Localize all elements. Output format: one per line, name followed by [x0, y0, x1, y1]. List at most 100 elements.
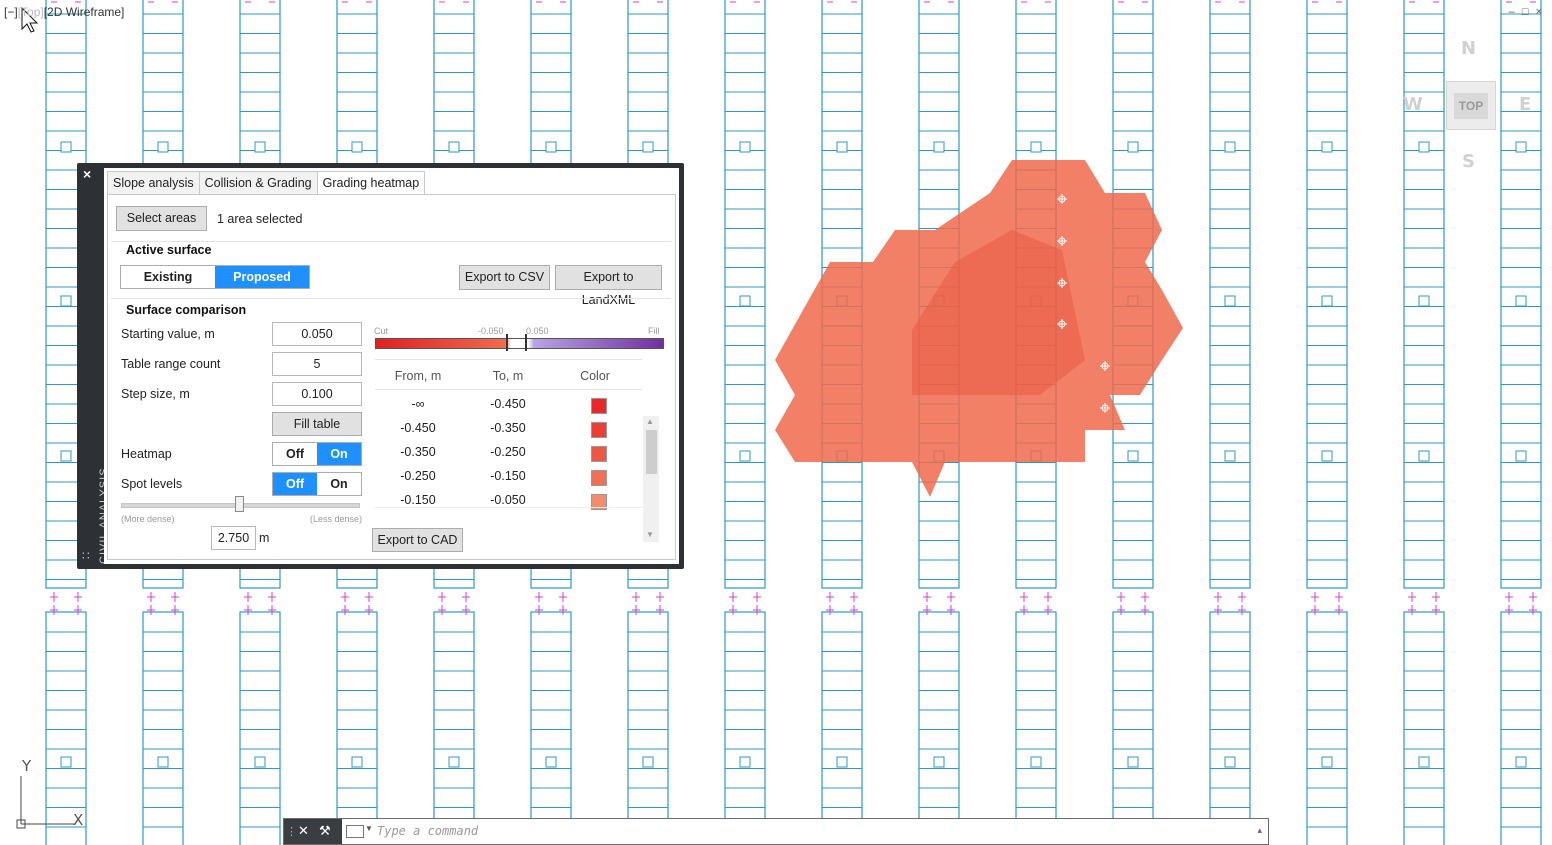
- divider: [375, 359, 642, 360]
- divider: [375, 389, 642, 390]
- to-cell[interactable]: -0.050: [483, 493, 533, 507]
- command-history-caret-icon[interactable]: ▴: [1257, 825, 1262, 836]
- active-surface-header: Active surface: [126, 243, 212, 257]
- from-cell[interactable]: -0.150: [393, 493, 443, 507]
- to-cell[interactable]: -0.450: [483, 397, 533, 411]
- command-close-icon[interactable]: ✕: [298, 823, 309, 839]
- command-line-grip-icon[interactable]: ⋮: [286, 825, 297, 838]
- divider: [111, 298, 671, 299]
- legend-high-label: 0.050: [526, 326, 549, 336]
- step-size-input[interactable]: 0.100: [272, 382, 362, 406]
- range-count-label: Table range count: [121, 357, 221, 371]
- proposed-option[interactable]: Proposed: [215, 266, 309, 288]
- range-count-input[interactable]: 5: [272, 352, 362, 376]
- export-cad-button[interactable]: Export to CAD: [372, 528, 463, 552]
- minimize-button[interactable]: –: [1509, 6, 1517, 18]
- col-header-from: From, m: [394, 369, 442, 383]
- viewport-window-controls: – □ ×: [1509, 6, 1544, 18]
- spot-levels-off-option[interactable]: Off: [273, 473, 317, 495]
- palette-titlebar[interactable]: × CIVIL ANALYSIS ∷: [77, 163, 110, 569]
- divider: [111, 241, 671, 242]
- palette-close-icon[interactable]: ×: [83, 166, 91, 182]
- viewport-view-button[interactable]: [Top]: [18, 5, 44, 19]
- palette-grip-icon[interactable]: ∷: [82, 549, 90, 563]
- slider-thumb[interactable]: [235, 496, 244, 512]
- table-row[interactable]: -0.450 -0.350: [375, 417, 643, 441]
- col-header-to: To, m: [492, 369, 524, 383]
- command-line: ⋮ ✕ ⚒ ▼ Type a command ▴: [283, 818, 1269, 845]
- color-swatch[interactable]: [591, 446, 607, 462]
- from-cell[interactable]: -0.250: [393, 469, 443, 483]
- from-cell[interactable]: -∞: [393, 397, 443, 411]
- to-cell[interactable]: -0.250: [483, 445, 533, 459]
- from-cell[interactable]: -0.350: [393, 445, 443, 459]
- heatmap-off-option[interactable]: Off: [273, 443, 317, 465]
- table-row[interactable]: -∞ -0.450: [375, 393, 643, 417]
- starting-value-input[interactable]: 0.050: [272, 322, 362, 346]
- command-line-toolbar: ⋮ ✕ ⚒: [284, 819, 342, 844]
- gradient-marker-low[interactable]: [506, 334, 508, 351]
- viewcube-top-face[interactable]: TOP: [1446, 81, 1496, 130]
- command-input[interactable]: Type a command: [377, 824, 478, 838]
- legend-cut-label: Cut: [374, 326, 389, 336]
- heatmap-on-option[interactable]: On: [317, 443, 361, 465]
- color-swatch[interactable]: [591, 398, 607, 414]
- color-swatch[interactable]: [591, 422, 607, 438]
- tab-slope-analysis[interactable]: Slope analysis: [107, 171, 200, 195]
- selection-status: 1 area selected: [217, 212, 303, 226]
- viewport-control-button[interactable]: [−]: [4, 5, 18, 19]
- tab-grading-heatmap[interactable]: Grading heatmap: [316, 171, 426, 195]
- starting-value-label: Starting value, m: [121, 327, 215, 341]
- export-landxml-button[interactable]: Export to LandXML: [555, 265, 662, 307]
- select-areas-button[interactable]: Select areas: [116, 206, 207, 231]
- scroll-down-icon[interactable]: ▼: [646, 530, 654, 539]
- density-value-input[interactable]: 2.750: [211, 526, 256, 550]
- col-header-color: Color: [580, 369, 610, 383]
- table-row[interactable]: -0.350 -0.250: [375, 441, 643, 465]
- export-csv-button[interactable]: Export to CSV: [459, 265, 550, 290]
- viewcube-east[interactable]: E: [1519, 94, 1531, 115]
- close-viewport-button[interactable]: ×: [1536, 6, 1544, 18]
- surface-comparison-header: Surface comparison: [126, 303, 247, 317]
- fill-table-button[interactable]: Fill table: [272, 412, 362, 436]
- scroll-up-icon[interactable]: ▲: [646, 417, 654, 426]
- ucs-y-label: Y: [21, 757, 32, 775]
- tab-collision-grading[interactable]: Collision & Grading: [198, 171, 318, 195]
- viewport-visual-style-button[interactable]: [2D Wireframe]: [44, 5, 125, 19]
- step-size-label: Step size, m: [121, 387, 190, 401]
- recent-commands-dropdown-icon[interactable]: ▼: [365, 824, 373, 833]
- palette-body: Slope analysis Collision & Grading Gradi…: [104, 168, 679, 564]
- ucs-x-label: X: [73, 811, 83, 829]
- viewcube-south[interactable]: S: [1462, 151, 1475, 172]
- density-slider[interactable]: [121, 496, 360, 512]
- existing-option[interactable]: Existing: [121, 266, 215, 288]
- heatmap-overlay: [775, 160, 1183, 497]
- rack-column: [1306, 0, 1348, 845]
- spot-levels-on-option[interactable]: On: [317, 473, 361, 495]
- density-more-label: (More dense): [121, 514, 175, 524]
- from-cell[interactable]: -0.450: [393, 421, 443, 435]
- scroll-thumb[interactable]: [646, 430, 657, 474]
- recent-commands-icon[interactable]: [346, 825, 364, 838]
- color-swatch[interactable]: [591, 470, 607, 486]
- legend-fill-label: Fill: [648, 326, 660, 336]
- ucs-icon: Y X: [16, 757, 83, 829]
- heatmap-label: Heatmap: [121, 447, 172, 461]
- restore-button[interactable]: □: [1522, 6, 1531, 18]
- rack-column: [724, 0, 766, 845]
- to-cell[interactable]: -0.150: [483, 469, 533, 483]
- palette-tabs: Slope analysis Collision & Grading Gradi…: [107, 171, 426, 195]
- table-scrollbar[interactable]: ▲ ▼: [643, 416, 659, 542]
- viewcube-west[interactable]: W: [1403, 94, 1423, 115]
- rack-column: [1403, 0, 1445, 845]
- civil-analysis-palette: × CIVIL ANALYSIS ∷ Slope analysis Collis…: [77, 163, 684, 569]
- legend-low-label: -0.050: [478, 326, 504, 336]
- to-cell[interactable]: -0.350: [483, 421, 533, 435]
- table-row[interactable]: -0.250 -0.150: [375, 465, 643, 489]
- heatmap-toggle: Off On: [272, 442, 362, 466]
- command-settings-icon[interactable]: ⚒: [319, 823, 331, 839]
- gradient-marker-high[interactable]: [525, 334, 527, 351]
- cut-fill-gradient-bar: [375, 338, 664, 349]
- viewcube-north[interactable]: N: [1461, 38, 1476, 59]
- range-table-partial-row: [375, 507, 643, 514]
